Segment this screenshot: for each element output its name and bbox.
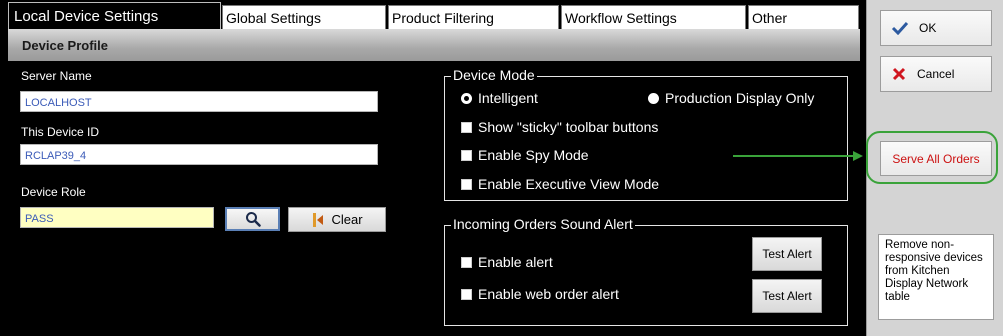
device-mode-title: Device Mode (451, 67, 537, 83)
device-id-label: This Device ID (21, 125, 100, 139)
device-id-input[interactable] (20, 144, 378, 165)
serve-all-orders-button[interactable]: Serve All Orders (880, 141, 992, 176)
checkbox-executive-view-mode[interactable]: Enable Executive View Mode (461, 176, 659, 192)
checkbox-sticky-toolbar-label: Show "sticky" toolbar buttons (478, 119, 659, 135)
annotation-arrow (733, 151, 863, 161)
serve-all-orders-label: Serve All Orders (892, 151, 980, 166)
checkbox-sticky-toolbar[interactable]: Show "sticky" toolbar buttons (461, 119, 658, 135)
radio-intelligent-label: Intelligent (478, 90, 538, 106)
radio-unselected-icon (648, 92, 659, 104)
remove-devices-note[interactable]: Remove non-responsive devices from Kitch… (878, 234, 994, 320)
ok-button[interactable]: OK (880, 10, 992, 46)
sound-alert-title: Incoming Orders Sound Alert (451, 216, 635, 232)
radio-intelligent[interactable]: Intelligent (461, 90, 538, 106)
checkbox-icon (461, 288, 472, 300)
device-role-input[interactable] (20, 207, 214, 228)
device-profile-header: Device Profile (8, 29, 860, 61)
checkbox-web-order-alert[interactable]: Enable web order alert (461, 286, 619, 302)
checkbox-enable-alert[interactable]: Enable alert (461, 254, 553, 270)
tab-local-device-settings[interactable]: Local Device Settings (8, 2, 221, 29)
x-icon (892, 67, 906, 81)
checkbox-icon (461, 149, 472, 161)
magnifier-icon (245, 212, 261, 227)
checkbox-icon (461, 256, 472, 268)
clear-button[interactable]: Clear (288, 207, 386, 232)
test-alert-button[interactable]: Test Alert (752, 237, 822, 271)
clear-label: Clear (331, 212, 363, 227)
tab-product-filtering[interactable]: Product Filtering (388, 5, 559, 29)
tab-global-settings[interactable]: Global Settings (222, 5, 386, 29)
radio-selected-icon (461, 92, 472, 104)
checkbox-spy-mode[interactable]: Enable Spy Mode (461, 147, 589, 163)
checkbox-web-order-label: Enable web order alert (478, 286, 619, 302)
ok-label: OK (919, 21, 937, 35)
radio-production-display-only[interactable]: Production Display Only (648, 90, 814, 106)
device-role-label: Device Role (21, 185, 86, 199)
checkbox-spy-mode-label: Enable Spy Mode (478, 147, 589, 163)
server-name-label: Server Name (21, 69, 92, 83)
test-web-alert-button[interactable]: Test Alert (752, 279, 822, 313)
checkbox-enable-alert-label: Enable alert (478, 254, 553, 270)
checkbox-executive-label: Enable Executive View Mode (478, 176, 660, 192)
checkbox-icon (461, 121, 472, 133)
server-name-input[interactable] (20, 91, 378, 112)
cancel-button[interactable]: Cancel (880, 56, 992, 92)
cancel-label: Cancel (917, 67, 955, 81)
clear-icon (313, 212, 324, 227)
radio-production-label: Production Display Only (665, 90, 815, 106)
tab-workflow-settings[interactable]: Workflow Settings (561, 5, 746, 29)
checkbox-icon (461, 178, 472, 190)
search-button[interactable] (225, 207, 280, 231)
tab-other[interactable]: Other (748, 5, 859, 29)
checkmark-icon (891, 21, 909, 35)
